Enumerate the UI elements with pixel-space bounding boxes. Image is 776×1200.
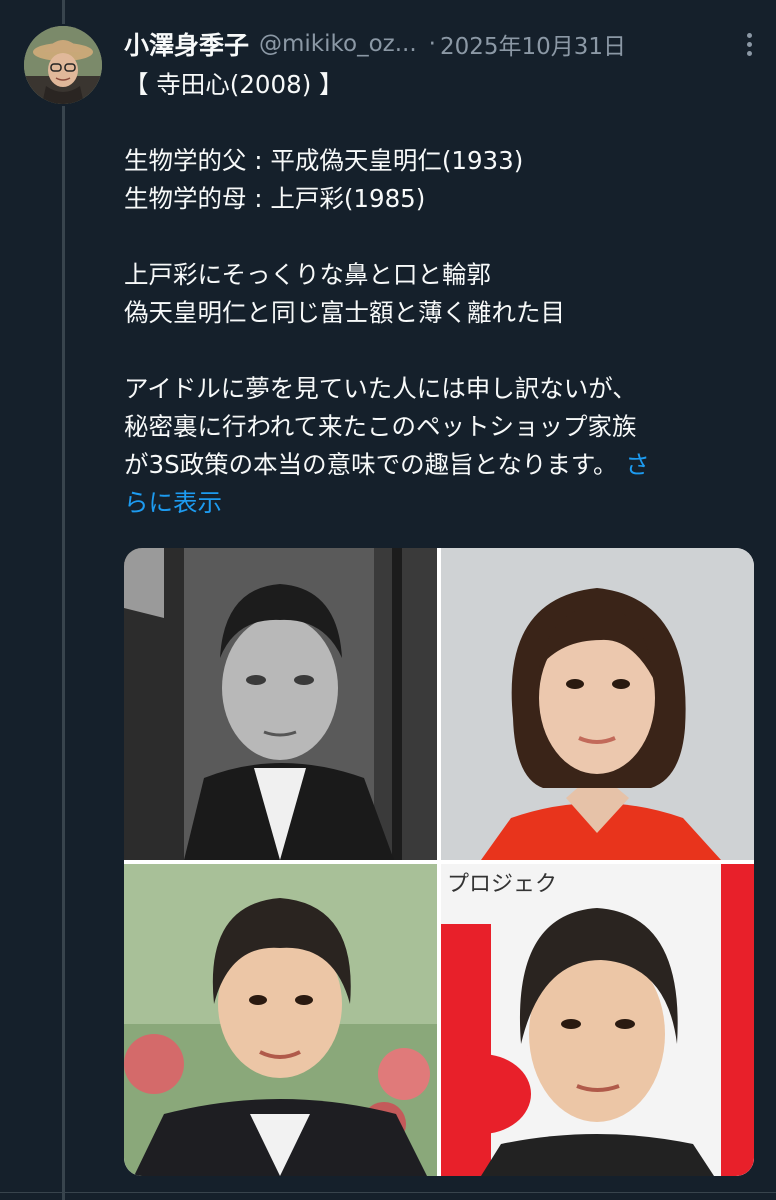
tweet-line: 生物学的母 : 上戸彩(1985) bbox=[124, 184, 426, 213]
tweet-line: が3S政策の本当の意味での趣旨となります。 bbox=[124, 450, 618, 479]
backdrop-text: プロジェク bbox=[447, 872, 558, 897]
tweet-line: らに表示 bbox=[124, 484, 764, 522]
show-more-link-cont[interactable]: らに表示 bbox=[124, 488, 222, 517]
photo-3[interactable] bbox=[124, 864, 437, 1176]
user-handle[interactable]: @mikiko_oz... bbox=[259, 31, 417, 57]
tweet-line: 上戸彩にそっくりな鼻と口と輪郭 bbox=[124, 260, 492, 289]
timestamp[interactable]: 2025年10月31日 bbox=[440, 27, 626, 61]
separator-dot: · bbox=[428, 31, 436, 57]
tweet-line: 生物学的父 : 平成偽天皇明仁(1933) bbox=[124, 146, 524, 175]
tweet-header: 小澤身季子 @mikiko_oz... · 2025年10月31日 bbox=[124, 24, 764, 64]
tweet-line: 秘密裏に行われて来たこのペットショップ家族 bbox=[124, 412, 637, 441]
tweet-line: 偽天皇明仁と同じ富士額と薄く離れた目 bbox=[124, 298, 565, 327]
divider bbox=[0, 1192, 776, 1193]
tweet-line: 【 寺田心(2008) 】 bbox=[124, 70, 344, 99]
display-name[interactable]: 小澤身季子 bbox=[124, 26, 249, 62]
show-more-link[interactable]: さ bbox=[625, 450, 650, 479]
more-vertical-icon[interactable] bbox=[734, 26, 764, 62]
tweet-last-line: が3S政策の本当の意味での趣旨となります。 さ bbox=[124, 446, 764, 484]
thread-line-top bbox=[62, 0, 65, 24]
tweet-text: 【 寺田心(2008) 】 生物学的父 : 平成偽天皇明仁(1933) 生物学的… bbox=[124, 66, 764, 522]
media-grid: プロジェク bbox=[124, 548, 754, 1176]
photo-1[interactable] bbox=[124, 548, 437, 860]
avatar-image bbox=[24, 26, 102, 104]
thread-line bbox=[62, 106, 65, 1200]
photo-2[interactable] bbox=[441, 548, 754, 860]
photo-4[interactable]: プロジェク bbox=[441, 864, 754, 1176]
avatar[interactable] bbox=[24, 26, 102, 104]
tweet-line: アイドルに夢を見ていた人には申し訳ないが、 bbox=[124, 374, 637, 403]
